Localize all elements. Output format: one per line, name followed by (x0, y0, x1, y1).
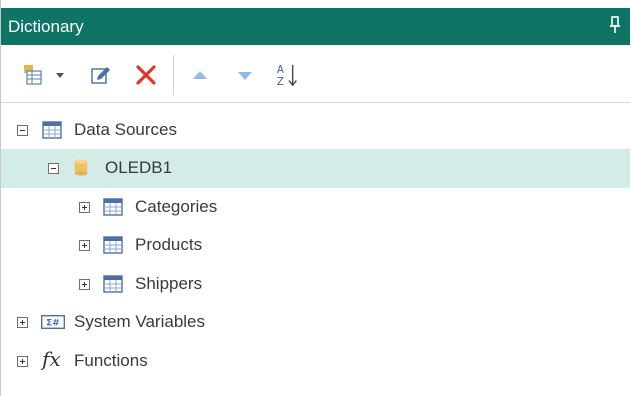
tree-node-label: OLEDB1 (105, 158, 173, 177)
tree-node-label: Data Sources (74, 120, 177, 139)
delete-button[interactable] (133, 63, 159, 87)
collapse-icon[interactable] (48, 163, 59, 174)
svg-text:Σ#: Σ# (46, 319, 60, 329)
database-icon (74, 159, 88, 176)
edit-button[interactable] (87, 63, 113, 87)
data-sources-icon (42, 121, 62, 139)
tree-node-shippers[interactable]: Shippers (1, 265, 630, 304)
move-up-button[interactable] (187, 63, 213, 87)
delete-icon (136, 65, 156, 85)
svg-text:A: A (277, 65, 284, 76)
tree-node-oledb1[interactable]: OLEDB1 (1, 149, 630, 188)
dictionary-panel: Dictionary A Z Data Sources OLEDB1 Categ… (0, 0, 631, 396)
move-up-icon (193, 71, 207, 79)
expand-icon[interactable] (79, 279, 90, 290)
move-down-button[interactable] (232, 63, 258, 87)
function-icon: fx (42, 347, 61, 371)
tree-node-functions[interactable]: fx Functions (1, 342, 630, 381)
new-item-button[interactable] (21, 63, 67, 87)
pin-icon[interactable] (608, 14, 622, 36)
collapse-icon[interactable] (17, 125, 28, 136)
panel-title: Dictionary (8, 17, 84, 36)
tree-node-label: Categories (135, 197, 218, 216)
table-icon (103, 198, 123, 216)
panel-title-bar: Dictionary (1, 8, 630, 45)
tree-node-label: Shippers (135, 274, 203, 293)
tree-node-data-sources[interactable]: Data Sources (1, 111, 630, 150)
toolbar: A Z (1, 45, 630, 103)
tree-node-products[interactable]: Products (1, 226, 630, 265)
tree-node-label: Functions (74, 351, 148, 370)
expand-icon[interactable] (17, 356, 28, 367)
tree-node-categories[interactable]: Categories (1, 188, 630, 227)
table-icon (103, 275, 123, 293)
expand-icon[interactable] (17, 317, 28, 328)
expand-icon[interactable] (79, 240, 90, 251)
tree-node-label: Products (135, 235, 203, 254)
tree-node-label: System Variables (74, 312, 206, 331)
move-down-icon (238, 72, 252, 80)
toolbar-separator (173, 55, 174, 95)
expand-icon[interactable] (79, 202, 90, 213)
edit-icon (91, 67, 110, 84)
sort-button[interactable]: A Z (275, 63, 301, 88)
table-icon (103, 236, 123, 254)
new-item-dropdown-icon (24, 65, 64, 85)
tree-node-system-variables[interactable]: Σ# System Variables (1, 303, 630, 342)
svg-text:Z: Z (277, 77, 284, 88)
system-variables-icon: Σ# (41, 315, 65, 329)
sort-az-icon: A Z (277, 64, 297, 88)
